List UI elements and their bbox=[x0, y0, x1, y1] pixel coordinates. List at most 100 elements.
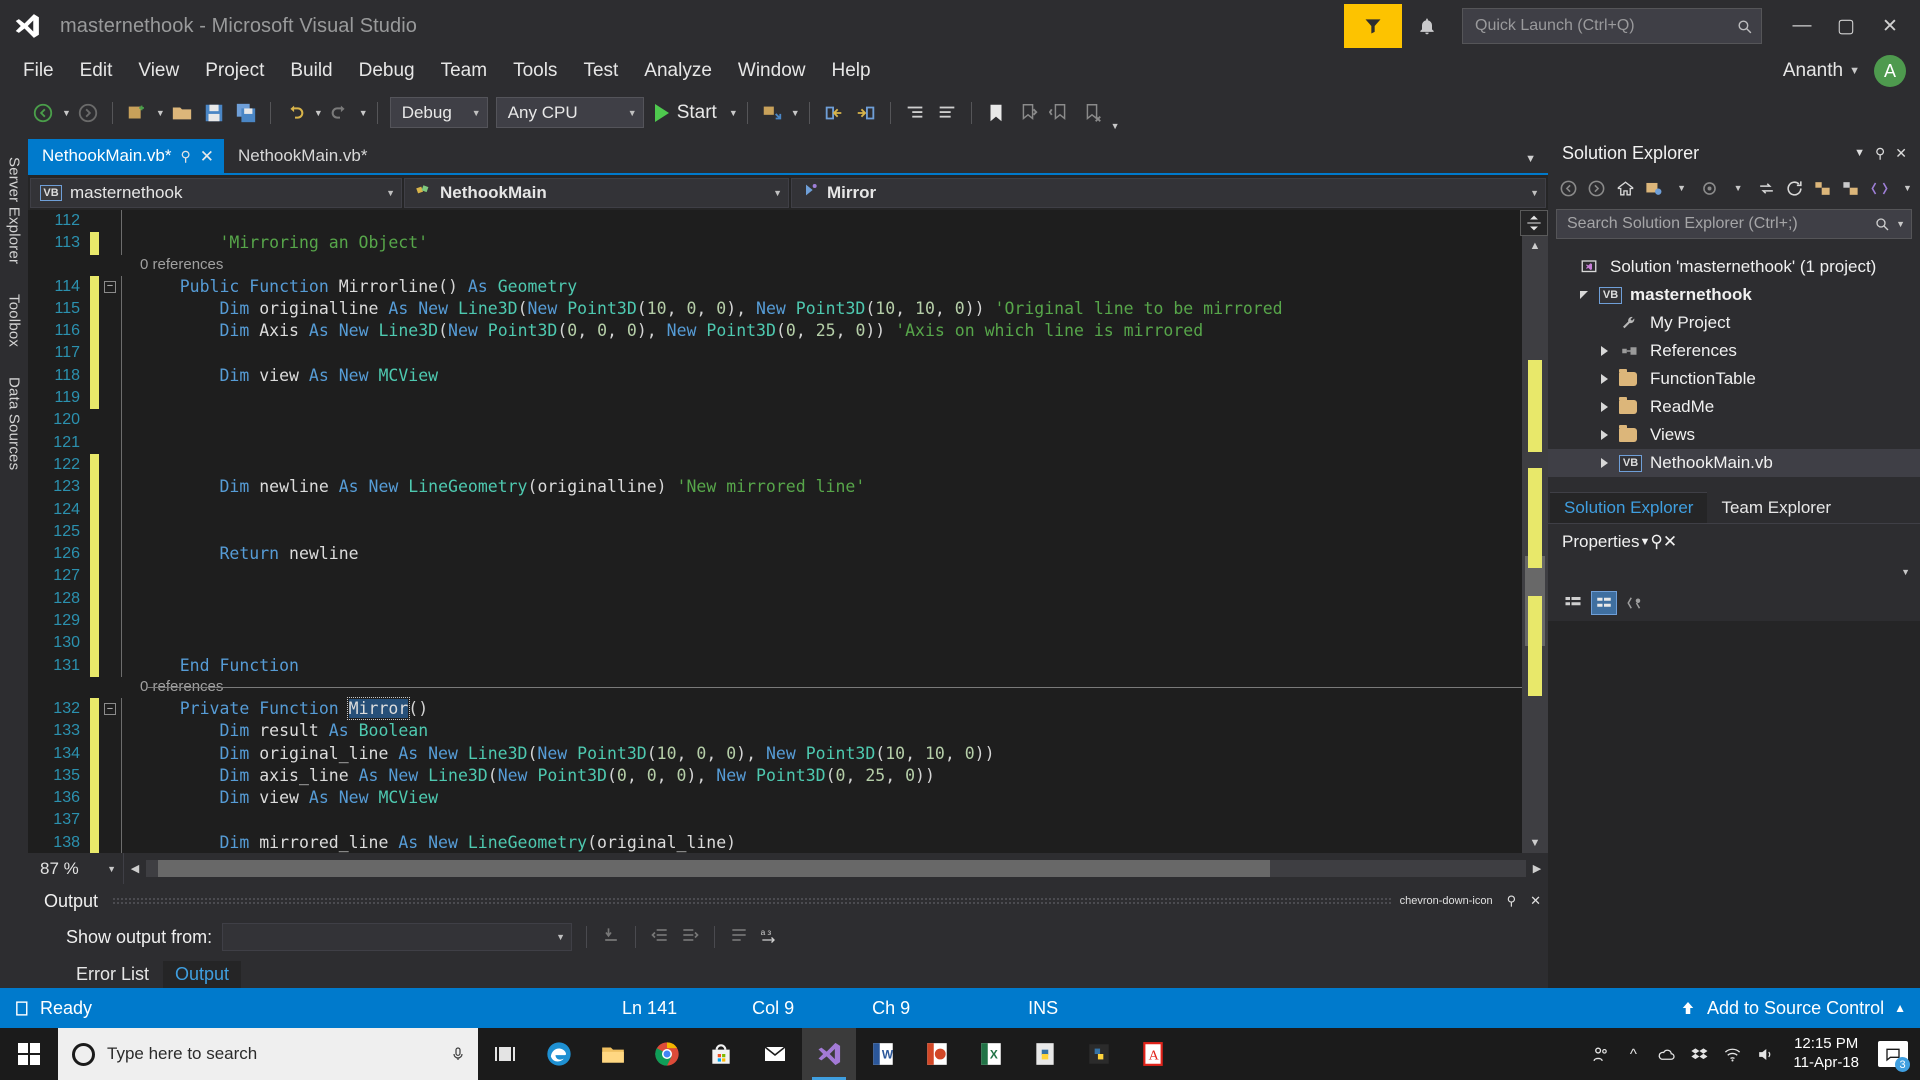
code-reference-lens[interactable]: 0 references bbox=[28, 255, 1522, 276]
sync-dropdown-icon[interactable]: ▼ bbox=[1725, 175, 1750, 201]
navbar-member-combo[interactable]: Mirror ▼ bbox=[791, 177, 1546, 208]
navigate-forward-icon[interactable] bbox=[73, 97, 103, 129]
onedrive-icon[interactable] bbox=[1651, 1028, 1681, 1080]
taskbar-clock[interactable]: 12:15 PM 11-Apr-18 bbox=[1783, 1035, 1869, 1073]
back-dropdown-icon[interactable]: ▼ bbox=[62, 108, 71, 118]
fold-margin[interactable]: − bbox=[99, 280, 121, 293]
code-line[interactable]: 135 Dim axis_line As New Line3D(New Poin… bbox=[28, 764, 1522, 788]
file-explorer-icon[interactable] bbox=[586, 1028, 640, 1080]
tree-item-my-project[interactable]: My Project bbox=[1548, 309, 1920, 337]
clear-bookmarks-icon[interactable] bbox=[1077, 97, 1107, 129]
bookmark-icon[interactable] bbox=[981, 97, 1011, 129]
visual-studio-icon[interactable] bbox=[802, 1028, 856, 1080]
code-line[interactable]: 126 Return newline bbox=[28, 543, 1522, 566]
solution-configuration-combo[interactable]: Debug ▼ bbox=[389, 97, 488, 128]
document-tab-inactive[interactable]: NethookMain.vb* bbox=[223, 139, 378, 173]
code-line[interactable]: 122 bbox=[28, 453, 1522, 477]
scroll-right-arrow-icon[interactable]: ▶ bbox=[1526, 862, 1548, 875]
collapse-region-icon[interactable]: − bbox=[104, 280, 116, 293]
tree-item-masternethook[interactable]: VB masternethook bbox=[1548, 281, 1920, 309]
tree-expander[interactable] bbox=[1596, 374, 1612, 384]
code-line[interactable]: 123 Dim newline As New LineGeometry(orig… bbox=[28, 476, 1522, 499]
output-dropdown-icon[interactable]: chevron-down-icon bbox=[1393, 895, 1500, 907]
open-file-icon[interactable] bbox=[167, 97, 197, 129]
scroll-down-arrow-icon[interactable]: ▼ bbox=[1530, 833, 1541, 853]
editor-splitter-handle[interactable] bbox=[1520, 210, 1548, 236]
code-reference-lens[interactable]: 0 references bbox=[28, 677, 1522, 698]
sidebar-item-toolbox[interactable]: Toolbox bbox=[3, 286, 26, 355]
code-line[interactable]: 125 bbox=[28, 520, 1522, 544]
chevron-right-icon[interactable] bbox=[1600, 346, 1608, 356]
windows-start-icon[interactable] bbox=[0, 1028, 58, 1080]
chevron-right-icon[interactable] bbox=[1600, 402, 1608, 412]
quick-launch-input[interactable]: Quick Launch (Ctrl+Q) bbox=[1462, 8, 1762, 44]
indent-icon[interactable] bbox=[900, 97, 930, 129]
scroll-left-arrow-icon[interactable]: ◀ bbox=[124, 862, 146, 875]
action-center-icon[interactable]: 3 bbox=[1872, 1028, 1914, 1080]
tree-item-views[interactable]: Views bbox=[1548, 421, 1920, 449]
code-line[interactable]: 132 − Private Function Mirror() bbox=[28, 696, 1522, 721]
properties-pin-icon[interactable]: ⚲ bbox=[1650, 532, 1662, 552]
solution-explorer-dropdown-icon[interactable]: ▼ bbox=[1849, 147, 1870, 159]
dropbox-icon[interactable] bbox=[1684, 1028, 1714, 1080]
tree-expander[interactable] bbox=[1596, 458, 1612, 468]
pending-changes-icon[interactable] bbox=[1641, 175, 1666, 201]
menu-item-project[interactable]: Project bbox=[192, 52, 277, 90]
document-tab-active[interactable]: NethookMain.vb* ⚲ ✕ bbox=[28, 139, 224, 173]
collapse-all-icon[interactable] bbox=[1810, 175, 1835, 201]
navbar-project-combo[interactable]: VB masternethook ▼ bbox=[30, 177, 402, 208]
code-line[interactable]: 119 bbox=[28, 387, 1522, 410]
show-hidden-icons-icon[interactable]: ^ bbox=[1618, 1028, 1648, 1080]
code-line[interactable]: 121 bbox=[28, 431, 1522, 454]
tree-item-readme[interactable]: ReadMe bbox=[1548, 393, 1920, 421]
notifications-bell-icon[interactable] bbox=[1406, 4, 1448, 48]
code-line[interactable]: 112 bbox=[28, 210, 1522, 233]
save-icon[interactable] bbox=[199, 97, 229, 129]
alphabetical-icon[interactable] bbox=[1591, 591, 1617, 615]
close-button[interactable]: ✕ bbox=[1868, 6, 1912, 46]
hscroll-thumb[interactable] bbox=[158, 860, 1270, 877]
menu-item-team[interactable]: Team bbox=[428, 52, 500, 90]
tree-expander[interactable] bbox=[1576, 291, 1592, 299]
caret-up-icon[interactable]: ▲ bbox=[1894, 1001, 1906, 1015]
microphone-icon[interactable] bbox=[450, 1044, 466, 1064]
chevron-down-icon[interactable] bbox=[1580, 291, 1588, 299]
menu-item-help[interactable]: Help bbox=[818, 52, 883, 90]
powerpoint-icon[interactable] bbox=[910, 1028, 964, 1080]
tab-error-list[interactable]: Error List bbox=[64, 961, 161, 988]
start-debug-button[interactable]: Start bbox=[649, 97, 725, 129]
volume-icon[interactable] bbox=[1750, 1028, 1780, 1080]
solution-explorer-pin-icon[interactable]: ⚲ bbox=[1870, 145, 1890, 162]
chevron-right-icon[interactable] bbox=[1600, 430, 1608, 440]
code-line[interactable]: 124 bbox=[28, 498, 1522, 521]
properties-page-icon[interactable] bbox=[1622, 591, 1648, 615]
code-line[interactable]: 131 End Function bbox=[28, 654, 1522, 677]
code-line[interactable]: 128 bbox=[28, 587, 1522, 611]
code-line[interactable]: 113 'Mirroring an Object' bbox=[28, 232, 1522, 255]
prev-bookmark-icon[interactable] bbox=[1013, 97, 1043, 129]
undo-icon[interactable] bbox=[280, 97, 310, 129]
code-line[interactable]: 127 bbox=[28, 565, 1522, 588]
taskbar-search-input[interactable]: Type here to search bbox=[58, 1028, 478, 1080]
microsoft-store-icon[interactable] bbox=[694, 1028, 748, 1080]
properties-icon[interactable] bbox=[1867, 175, 1892, 201]
hscroll-track[interactable] bbox=[146, 860, 1526, 877]
chevron-right-icon[interactable] bbox=[1600, 458, 1608, 468]
code-line[interactable]: 133 Dim result As Boolean bbox=[28, 720, 1522, 743]
maximize-button[interactable]: ▢ bbox=[1824, 6, 1868, 46]
user-chevron-down-icon[interactable]: ▼ bbox=[1849, 65, 1860, 77]
show-output-from-select[interactable]: ▼ bbox=[222, 923, 573, 951]
navbar-type-combo[interactable]: NethookMain ▼ bbox=[404, 177, 789, 208]
chrome-icon[interactable] bbox=[640, 1028, 694, 1080]
code-line[interactable]: 137 bbox=[28, 809, 1522, 832]
excel-icon[interactable]: X bbox=[964, 1028, 1018, 1080]
pin-icon[interactable]: ⚲ bbox=[180, 148, 190, 165]
avatar[interactable]: A bbox=[1874, 55, 1906, 87]
step-into-icon[interactable] bbox=[819, 97, 849, 129]
show-all-files-icon[interactable] bbox=[1838, 175, 1863, 201]
menu-item-window[interactable]: Window bbox=[725, 52, 819, 90]
toggle-wordwrap-icon[interactable] bbox=[729, 925, 749, 950]
fold-margin[interactable]: − bbox=[99, 703, 121, 716]
adobe-acrobat-icon[interactable]: A bbox=[1126, 1028, 1180, 1080]
pending-changes-dropdown-icon[interactable]: ▼ bbox=[1669, 175, 1694, 201]
